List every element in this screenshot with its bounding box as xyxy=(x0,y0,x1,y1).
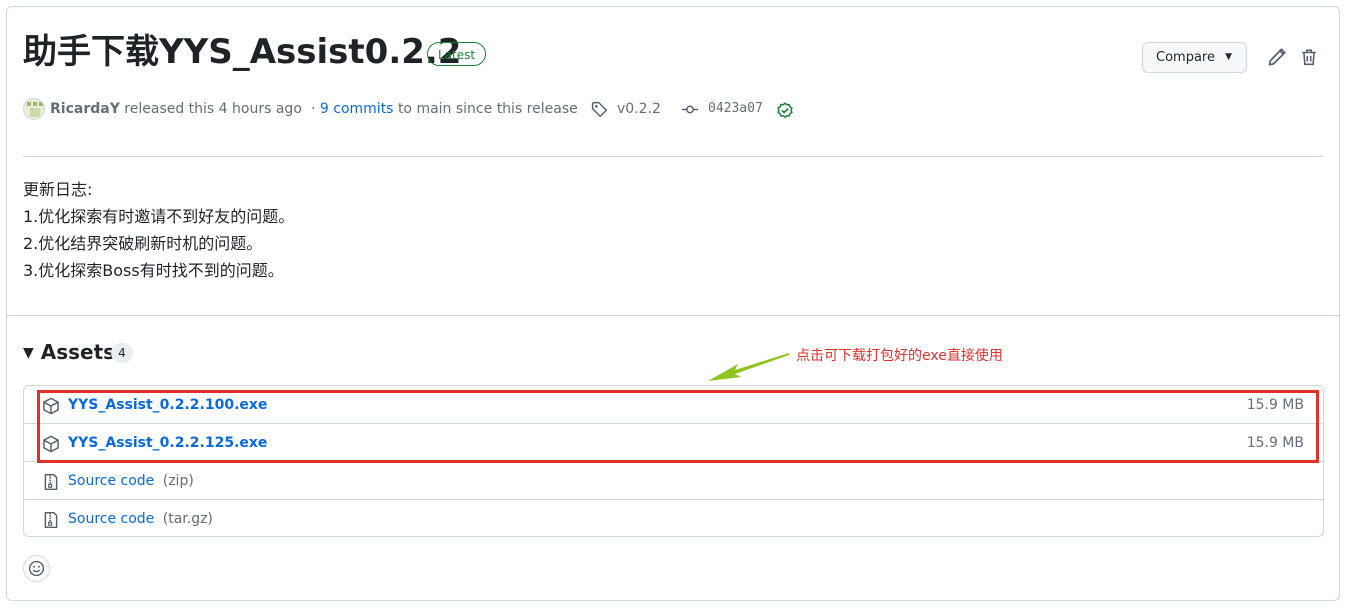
release-notes: 更新日志: 1.优化探索有时邀请不到好友的问题。 2.优化结界突破刷新时机的问题… xyxy=(23,176,294,284)
source-code-label: Source code xyxy=(68,473,155,489)
divider xyxy=(23,156,1323,157)
pencil-icon xyxy=(1268,48,1286,66)
compare-label: Compare xyxy=(1156,50,1215,65)
commits-suffix: to main since this release xyxy=(397,101,578,117)
notes-item: 1.优化探索有时邀请不到好友的问题。 xyxy=(23,207,295,226)
release-title: 助手下载YYS_Assist0.2.2 xyxy=(23,32,462,72)
commits-info: · 9 commits to main since this release xyxy=(311,101,578,117)
source-code-format: (tar.gz) xyxy=(162,511,213,527)
trash-icon xyxy=(1302,49,1316,66)
commits-link[interactable]: 9 commits xyxy=(320,101,394,117)
notes-heading: 更新日志: xyxy=(23,180,93,199)
asset-size: 15.9 MB xyxy=(1246,397,1304,413)
assets-list: YYS_Assist_0.2.2.100.exe 15.9 MB YYS_Ass… xyxy=(23,385,1324,537)
file-zip-icon xyxy=(44,511,58,529)
avatar[interactable] xyxy=(23,98,45,120)
source-code-format: (zip) xyxy=(162,473,194,489)
released-text: released this 4 hours ago xyxy=(124,101,302,117)
notes-item: 3.优化探索Boss有时找不到的问题。 xyxy=(23,261,284,280)
smiley-icon xyxy=(28,560,45,577)
source-code-link[interactable]: Source code (tar.gz) xyxy=(68,500,213,538)
asset-row[interactable]: YYS_Assist_0.2.2.125.exe 15.9 MB xyxy=(24,423,1323,461)
tag-icon xyxy=(591,101,608,118)
asset-row[interactable]: YYS_Assist_0.2.2.100.exe 15.9 MB xyxy=(24,386,1323,424)
commit-icon xyxy=(682,105,698,114)
delete-button[interactable] xyxy=(1300,46,1322,70)
commit-link[interactable]: 0423a07 xyxy=(708,98,763,120)
chevron-down-icon: ▼ xyxy=(1225,52,1232,62)
latest-badge: Latest xyxy=(427,42,487,66)
assets-count-badge: 4 xyxy=(111,343,133,363)
assets-label: Assets xyxy=(40,340,116,364)
tag-link[interactable]: v0.2.2 xyxy=(617,98,661,120)
edit-button[interactable] xyxy=(1267,46,1289,70)
package-icon xyxy=(43,435,59,453)
triangle-down-icon: ▼ xyxy=(23,345,34,361)
verified-check-icon[interactable] xyxy=(776,101,794,119)
compare-button[interactable]: Compare ▼ xyxy=(1142,42,1247,73)
release-meta: RicardaY released this 4 hours ago xyxy=(50,98,302,120)
annotation-arrow xyxy=(708,353,789,381)
assets-toggle[interactable]: ▼ Assets xyxy=(23,338,115,367)
asset-row[interactable]: Source code (tar.gz) xyxy=(24,499,1323,537)
author-link[interactable]: RicardaY xyxy=(50,101,120,117)
source-code-link[interactable]: Source code (zip) xyxy=(68,462,194,500)
source-code-label: Source code xyxy=(68,511,155,527)
notes-item: 2.优化结界突破刷新时机的问题。 xyxy=(23,234,263,253)
file-zip-icon xyxy=(44,473,58,491)
asset-link[interactable]: YYS_Assist_0.2.2.125.exe xyxy=(68,424,267,462)
divider xyxy=(6,315,1340,316)
annotation-text: 点击可下载打包好的exe直接使用 xyxy=(796,348,1003,364)
asset-row[interactable]: Source code (zip) xyxy=(24,461,1323,499)
asset-size: 15.9 MB xyxy=(1246,435,1304,451)
add-reaction-button[interactable] xyxy=(23,555,50,582)
asset-link[interactable]: YYS_Assist_0.2.2.100.exe xyxy=(68,386,267,424)
package-icon xyxy=(43,397,59,415)
